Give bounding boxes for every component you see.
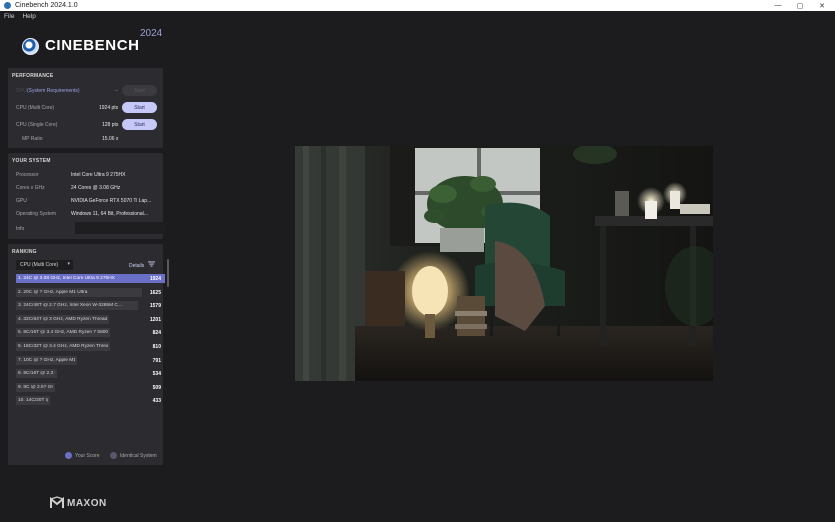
ranking-row[interactable]: 3. 24C/48T @ 2.7 GHz, Intel Xeon W-3265M… bbox=[16, 301, 165, 311]
close-button[interactable]: ✕ bbox=[812, 0, 832, 11]
ranking-row-score: 509 bbox=[152, 384, 161, 391]
ranking-panel: RANKING CPU (Multi Core) ▾ Details 1. 24… bbox=[8, 244, 165, 465]
ranking-row[interactable]: 9. 8C @ 2.5? GHz, Apple M1 509 bbox=[16, 382, 165, 392]
maxon-logo: MAXON bbox=[50, 495, 107, 511]
cpu-multi-label: CPU (Multi Core) bbox=[16, 105, 55, 111]
ranking-row-score: 1579 bbox=[149, 303, 161, 310]
gpu-label: GPU bbox=[16, 88, 27, 94]
ranking-row-label: 3. 24C/48T @ 2.7 GHz, Intel Xeon W-3265M… bbox=[18, 303, 122, 309]
ranking-row-label: 4. 32C/64T @ 3 GHz, AMD Ryzen Threadripp… bbox=[18, 316, 107, 322]
cpu-single-label: CPU (Single Core) bbox=[16, 122, 58, 128]
ranking-row-score: 1201 bbox=[149, 316, 161, 323]
processor-label: Processor bbox=[16, 172, 39, 178]
minimize-button[interactable]: — bbox=[768, 0, 788, 11]
menu-help[interactable]: Help bbox=[22, 13, 35, 20]
os-label: Operating System bbox=[16, 211, 57, 217]
legend-identical-system: Identical System bbox=[110, 452, 157, 459]
ranking-row-label: 7. 10C @ ? GHz, Apple M1 Max bbox=[18, 357, 76, 363]
system-gpu-label: GPU bbox=[16, 198, 27, 204]
menu-bar: File Help bbox=[0, 11, 835, 21]
ranking-row-score: 433 bbox=[152, 398, 161, 405]
ranking-row-label: 6. 16C/32T @ 3.4 GHz, AMD Ryzen Threadri… bbox=[18, 344, 108, 349]
details-label: Details bbox=[129, 263, 145, 269]
mp-ratio-label: MP Ratio bbox=[22, 136, 43, 142]
ranking-row-label: 9. 8C @ 2.5? GHz, Apple M1 bbox=[18, 384, 54, 390]
chevron-down-icon: ▾ bbox=[67, 261, 70, 267]
info-label: Info bbox=[16, 226, 25, 232]
ranking-row-score: 1924 bbox=[149, 276, 161, 282]
performance-panel: PERFORMANCE GPU (System Requirements) – … bbox=[8, 68, 163, 148]
legend-your-score: Your Score bbox=[65, 452, 100, 459]
title-bar: Cinebench 2024.1.0 bbox=[0, 0, 835, 11]
ranking-row[interactable]: 10. 14C/20T @ 2 GHz, 12th Gen Intel Core… bbox=[16, 396, 165, 406]
ranking-type-dropdown[interactable]: CPU (Multi Core) ▾ bbox=[16, 260, 73, 270]
ranking-row[interactable]: 2. 20C @ ? GHz, Apple M1 Ultra 1625 bbox=[16, 287, 165, 297]
mp-ratio-value: 15.06 x bbox=[102, 136, 119, 142]
cinebench-app-icon bbox=[4, 2, 11, 9]
maxon-mark-icon bbox=[50, 496, 64, 508]
system-requirements-link[interactable]: (System Requirements) bbox=[27, 88, 80, 94]
ranking-title: RANKING bbox=[12, 249, 37, 255]
ranking-row[interactable]: 7. 10C @ ? GHz, Apple M1 Max 791 bbox=[16, 355, 165, 365]
render-viewport bbox=[295, 146, 713, 381]
ranking-row-label: 2. 20C @ ? GHz, Apple M1 Ultra bbox=[18, 289, 88, 295]
ranking-row-score: 1625 bbox=[149, 289, 161, 296]
menu-file[interactable]: File bbox=[4, 13, 14, 20]
ranking-row-label: 10. 14C/20T @ 2 GHz, 12th Gen Intel Core… bbox=[18, 398, 48, 404]
ranking-row-score: 791 bbox=[152, 357, 161, 364]
ranking-row-label: 5. 8C/16T @ 3.4 GHz, AMD Ryzen 7 5800X 8… bbox=[18, 330, 108, 336]
cpu-single-start-button[interactable]: Start bbox=[122, 119, 157, 130]
ranking-row-score: 810 bbox=[152, 344, 161, 350]
logo-year: 2024 bbox=[140, 28, 163, 39]
dropdown-selected: CPU (Multi Core) bbox=[20, 262, 59, 268]
window-title: Cinebench 2024.1.0 bbox=[15, 2, 78, 9]
logo-wordmark: CINEBENCH bbox=[45, 37, 140, 54]
your-system-panel: YOUR SYSTEM Processor Intel Core Ultra 9… bbox=[8, 153, 165, 239]
system-title: YOUR SYSTEM bbox=[12, 158, 51, 164]
gpu-score: – bbox=[115, 88, 118, 94]
legend-identical-label: Identical System bbox=[120, 452, 157, 459]
your-score-dot-icon bbox=[65, 452, 72, 459]
cpu-multi-start-button[interactable]: Start bbox=[122, 102, 157, 113]
ranking-row[interactable]: 8. 8C/16T @ 2.3 GHz, Intel Core i9-9880H… bbox=[16, 369, 165, 379]
info-field[interactable] bbox=[75, 222, 165, 234]
processor-value: Intel Core Ultra 9 275HX bbox=[71, 172, 126, 178]
ranking-row-score: 534 bbox=[152, 371, 161, 378]
render-scene-image bbox=[295, 146, 713, 381]
identical-system-dot-icon bbox=[110, 452, 117, 459]
gpu-start-button[interactable]: Start bbox=[122, 85, 157, 96]
performance-title: PERFORMANCE bbox=[12, 73, 54, 79]
legend-your-score-label: Your Score bbox=[75, 452, 100, 459]
cpu-multi-score: 1924 pts bbox=[99, 105, 119, 111]
filter-icon bbox=[147, 261, 155, 269]
maximize-button[interactable]: ▢ bbox=[790, 0, 810, 11]
cinebench-logo: CINEBENCH 2024 bbox=[22, 28, 167, 57]
maxon-wordmark: MAXON bbox=[67, 497, 107, 509]
ranking-row-score: 824 bbox=[152, 330, 161, 337]
cores-label: Cores x GHz bbox=[16, 185, 45, 191]
cores-value: 24 Cores @ 3.08 GHz bbox=[71, 185, 121, 191]
cinebench-orb-icon bbox=[22, 38, 39, 55]
details-button[interactable]: Details bbox=[129, 261, 155, 269]
os-value: Windows 11, 64 Bit, Professional... bbox=[71, 211, 148, 217]
ranking-row-label: 8. 8C/16T @ 2.3 GHz, Intel Core i9-9880H… bbox=[18, 371, 55, 377]
ranking-row[interactable]: 1. 24C @ 3.08 GHz, Intel Core Ultra 9 27… bbox=[16, 274, 165, 283]
ranking-row[interactable]: 5. 8C/16T @ 3.4 GHz, AMD Ryzen 7 5800X 8… bbox=[16, 328, 165, 338]
system-gpu-value: NVIDIA GeForce RTX 5070 Ti Lap... bbox=[71, 198, 152, 204]
ranking-row[interactable]: 6. 16C/32T @ 3.4 GHz, AMD Ryzen Threadri… bbox=[16, 342, 165, 351]
cpu-single-score: 128 pts bbox=[102, 122, 119, 128]
ranking-scrollbar[interactable] bbox=[167, 259, 169, 287]
ranking-row-label: 1. 24C @ 3.08 GHz, Intel Core Ultra 9 27… bbox=[18, 276, 115, 281]
ranking-row[interactable]: 4. 32C/64T @ 3 GHz, AMD Ryzen Threadripp… bbox=[16, 314, 165, 324]
